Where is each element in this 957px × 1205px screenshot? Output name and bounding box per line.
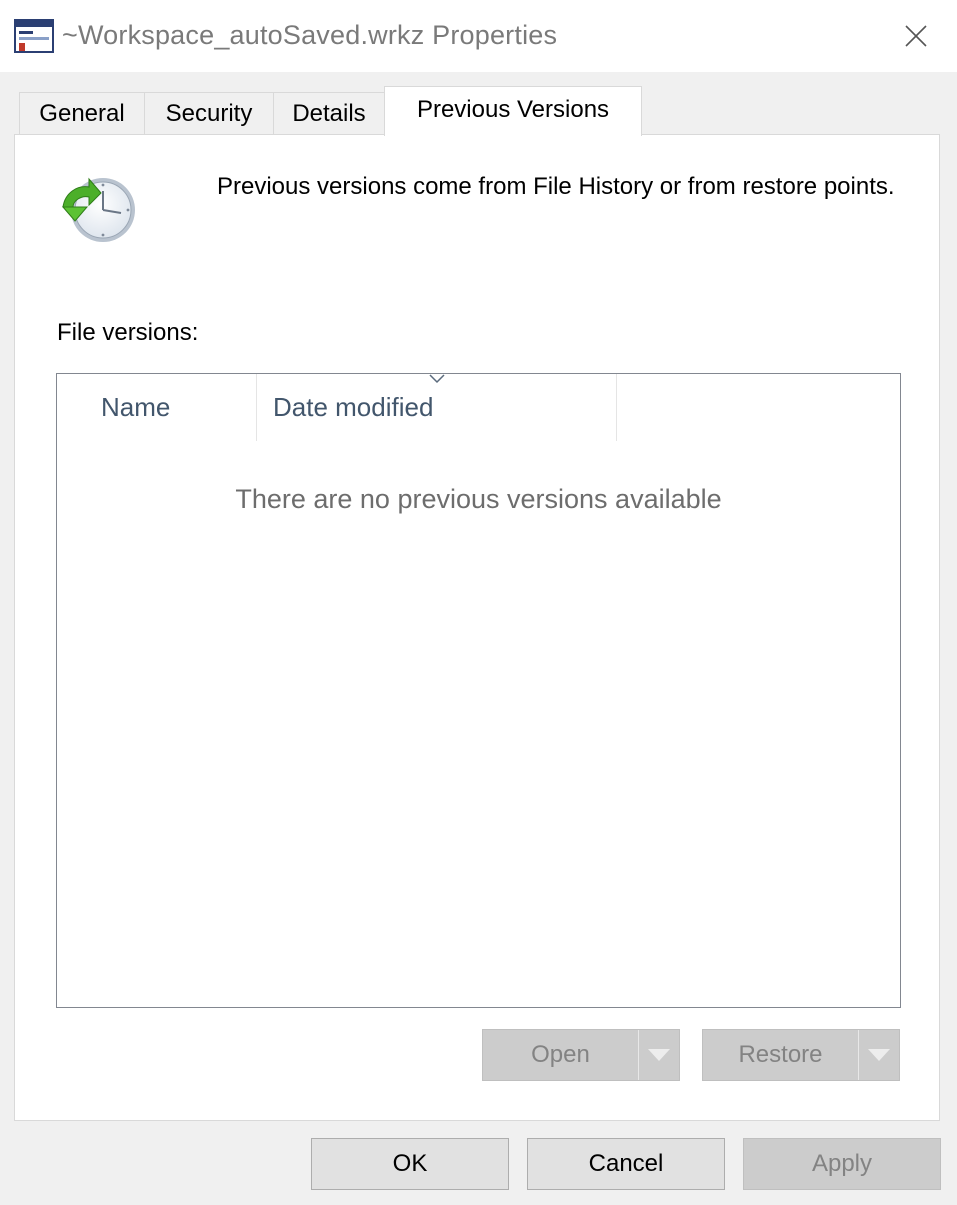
column-header-label: Date modified [273, 392, 434, 422]
close-icon [905, 25, 927, 47]
tab-label: Details [292, 100, 366, 127]
cancel-button[interactable]: Cancel [527, 1138, 725, 1190]
dropdown-arrow-icon [868, 1049, 890, 1061]
title-bar: ~Workspace_autoSaved.wrkz Properties [0, 0, 957, 72]
tab-label: General [39, 100, 125, 127]
history-clock-icon [61, 177, 135, 242]
column-header-label: Name [101, 392, 171, 422]
ok-button[interactable]: OK [311, 1138, 509, 1190]
info-text: Previous versions come from File History… [217, 173, 895, 200]
restore-button[interactable]: Restore [703, 1030, 859, 1080]
column-header-name[interactable]: Name [57, 374, 257, 441]
tab-label: Security [165, 100, 253, 127]
window-title: ~Workspace_autoSaved.wrkz Properties [62, 20, 558, 50]
tab-previous-versions[interactable]: Previous Versions [384, 86, 642, 136]
empty-list-message: There are no previous versions available [235, 484, 722, 514]
dropdown-arrow-icon [648, 1049, 670, 1061]
open-dropdown-button[interactable] [639, 1030, 679, 1080]
apply-button[interactable]: Apply [743, 1138, 941, 1190]
tab-label: Previous Versions [416, 95, 610, 123]
sort-descending-icon [429, 374, 445, 384]
open-button[interactable]: Open [483, 1030, 639, 1080]
tab-details[interactable]: Details [273, 92, 385, 135]
open-split-button[interactable]: Open [482, 1029, 680, 1081]
restore-dropdown-button[interactable] [859, 1030, 899, 1080]
file-versions-label: File versions: [57, 319, 199, 346]
file-versions-list[interactable]: Name Date modified There are no previous… [56, 373, 901, 1008]
close-button[interactable] [890, 12, 942, 60]
properties-window-icon [14, 19, 54, 53]
tab-security[interactable]: Security [144, 92, 274, 135]
tab-general[interactable]: General [19, 92, 145, 135]
restore-split-button[interactable]: Restore [702, 1029, 900, 1081]
tab-panel-previous-versions: Previous versions come from File History… [14, 134, 940, 1121]
